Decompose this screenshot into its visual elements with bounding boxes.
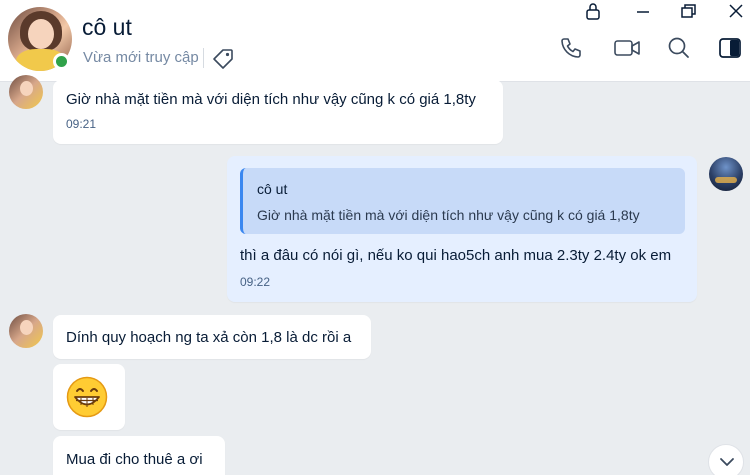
quote-author: cô ut (257, 181, 288, 197)
chevron-down-icon (720, 458, 734, 466)
message-text: Giờ nhà mặt tiền mà với diện tích như vậ… (66, 91, 476, 108)
avatar-face (28, 19, 54, 49)
search-icon[interactable] (666, 35, 692, 61)
contact-avatar-small[interactable] (9, 314, 43, 348)
message-text: Dính quy hoạch ng ta xả còn 1,8 là dc rồ… (66, 329, 352, 346)
restore-icon[interactable] (678, 2, 698, 20)
last-active-status: Vừa mới truy cập (83, 49, 199, 66)
close-icon[interactable] (726, 2, 746, 20)
quote-text: Giờ nhà mặt tiền mà với diện tích như vậ… (257, 207, 640, 223)
sidebar-toggle-icon[interactable] (717, 35, 743, 61)
emoji-message-bubble[interactable] (53, 364, 125, 430)
chat-header: cô ut Vừa mới truy cập (0, 0, 750, 82)
lock-icon[interactable] (583, 2, 603, 20)
quoted-message[interactable]: cô ut Giờ nhà mặt tiền mà với diện tích … (240, 168, 685, 234)
minimize-icon[interactable] (633, 2, 653, 20)
message-time: 09:21 (66, 117, 97, 131)
phone-icon[interactable] (558, 35, 584, 61)
contact-name[interactable]: cô ut (82, 14, 132, 41)
video-camera-icon[interactable] (613, 35, 641, 61)
avatar-light (715, 177, 737, 183)
avatar-face (20, 81, 33, 96)
grinning-face-emoji (66, 376, 108, 418)
message-bubble[interactable]: Mua đi cho thuê a ơi (53, 436, 225, 475)
scroll-to-bottom-button[interactable] (708, 444, 744, 475)
header-divider (203, 48, 204, 68)
online-status-dot (53, 53, 70, 70)
contact-avatar-small[interactable] (9, 75, 43, 109)
my-avatar[interactable] (709, 157, 743, 191)
message-time: 09:22 (240, 275, 271, 289)
tag-icon[interactable] (212, 48, 234, 70)
avatar-face (20, 320, 33, 335)
message-text: Mua đi cho thuê a ơi (66, 451, 203, 468)
message-text: thì a đâu có nói gì, nếu ko qui hao5ch a… (240, 247, 672, 264)
message-bubble[interactable]: Dính quy hoạch ng ta xả còn 1,8 là dc rồ… (53, 315, 371, 359)
message-bubble[interactable]: Giờ nhà mặt tiền mà với diện tích như vậ… (53, 80, 503, 144)
